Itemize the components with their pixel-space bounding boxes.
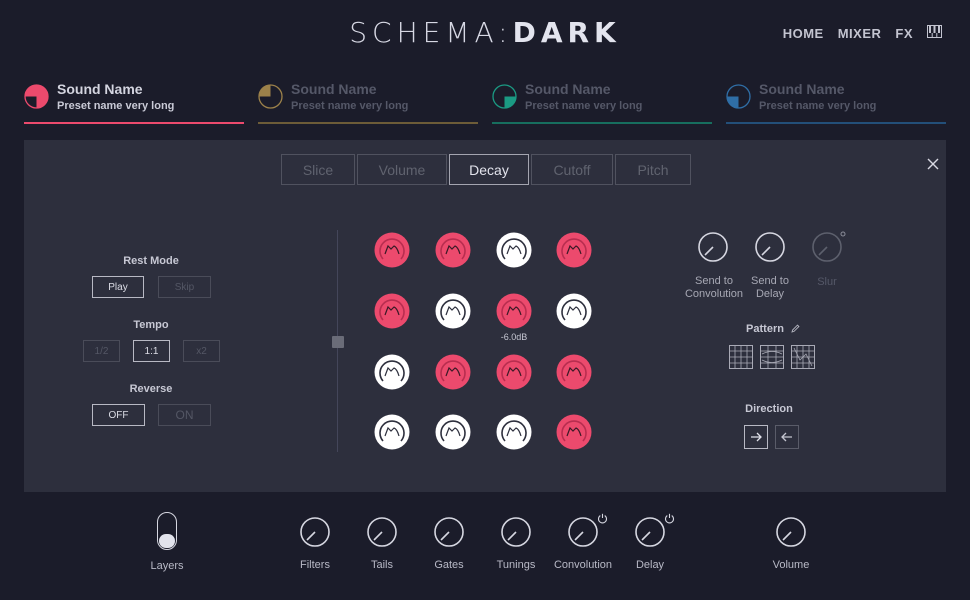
nav-mixer[interactable]: MIXER (838, 26, 882, 41)
reverse-off-button[interactable]: OFF (92, 404, 145, 426)
close-icon[interactable] (926, 157, 940, 171)
edit-pencil-icon[interactable] (791, 324, 800, 333)
sequencer-pad[interactable] (556, 354, 592, 390)
sound-slot-2[interactable]: Sound Name Preset name very long (258, 80, 478, 124)
sequencer-panel: Slice Volume Decay Cutoff Pitch Rest Mod… (24, 140, 946, 492)
layers-label: Layers (150, 560, 184, 572)
tab-cutoff[interactable]: Cutoff (531, 154, 613, 185)
slot-preset-name: Preset name very long (57, 100, 175, 112)
slot-sound-name: Sound Name (57, 81, 143, 97)
logo-text-dark: DARK (512, 16, 621, 49)
slot-preset-name: Preset name very long (525, 100, 643, 112)
parameter-tabs: Slice Volume Decay Cutoff Pitch (281, 154, 691, 185)
reverse-on-button[interactable]: ON (158, 404, 211, 426)
logo-text-schema: SCHEMA: (349, 16, 513, 49)
tempo-half-button[interactable]: 1/2 (83, 340, 120, 362)
pattern-grid-1-icon[interactable] (729, 345, 753, 369)
slot-sound-name: Sound Name (291, 81, 377, 97)
sequencer-pad[interactable] (556, 232, 592, 268)
sequencer-pad[interactable] (496, 293, 532, 329)
slot-pie-icon (492, 84, 517, 109)
sequencer-pad[interactable] (374, 232, 410, 268)
sequencer-pad[interactable] (374, 414, 410, 450)
tab-slice[interactable]: Slice (281, 154, 355, 185)
gates-knob[interactable] (433, 512, 477, 555)
sound-slot-1[interactable]: Sound Name Preset name very long (24, 80, 244, 124)
sequencer-pad[interactable] (496, 354, 532, 390)
layers-toggle[interactable] (157, 512, 177, 550)
power-icon[interactable] (597, 511, 608, 529)
layers-toggle-thumb (159, 534, 175, 548)
nav-home[interactable]: HOME (783, 26, 824, 41)
sequencer-pad[interactable] (374, 354, 410, 390)
slot-underline (24, 122, 244, 124)
slot-underline (492, 122, 712, 124)
arrow-right-icon (751, 432, 762, 442)
slot-pie-icon (24, 84, 49, 109)
send-convolution-knob[interactable] (697, 231, 729, 263)
direction-label: Direction (745, 403, 793, 415)
tempo-double-button[interactable]: x2 (183, 340, 220, 362)
power-icon[interactable] (664, 511, 675, 529)
sound-slot-4[interactable]: Sound Name Preset name very long (726, 80, 946, 124)
tails-knob[interactable] (366, 512, 410, 555)
sequencer-pad[interactable] (496, 232, 532, 268)
tempo-label: Tempo (133, 319, 169, 331)
rest-play-button[interactable]: Play (92, 276, 144, 298)
reverse-label: Reverse (129, 383, 173, 395)
randomize-dice-icon[interactable] (332, 336, 344, 348)
slot-pie-icon (258, 84, 283, 109)
sequencer-pad[interactable] (374, 293, 410, 329)
slot-sound-name: Sound Name (525, 81, 611, 97)
sequencer-pad[interactable] (435, 293, 471, 329)
tempo-normal-button[interactable]: 1:1 (133, 340, 170, 362)
direction-forward-button[interactable] (744, 425, 768, 449)
sequencer-pad[interactable] (556, 293, 592, 329)
slot-sound-name: Sound Name (759, 81, 845, 97)
pattern-grid-3-icon[interactable] (791, 345, 815, 369)
tab-decay[interactable]: Decay (449, 154, 529, 185)
send-delay-knob[interactable] (754, 231, 786, 263)
tab-pitch[interactable]: Pitch (615, 154, 691, 185)
top-nav: HOME MIXER FX (783, 25, 942, 41)
slur-label: Slur (817, 276, 837, 288)
pad-value-readout: -6.0dB (500, 332, 528, 342)
piano-icon[interactable] (927, 25, 942, 41)
delay-label: Delay (635, 559, 665, 571)
sequencer-pad[interactable] (435, 414, 471, 450)
arrow-left-icon (781, 432, 792, 442)
rest-mode-label: Rest Mode (123, 255, 179, 267)
volume-label: Volume (772, 559, 810, 571)
slot-pie-icon (726, 84, 751, 109)
sequencer-pad[interactable] (435, 232, 471, 268)
pattern-grid-2-icon[interactable] (760, 345, 784, 369)
volume-knob[interactable] (775, 512, 819, 555)
tab-volume[interactable]: Volume (357, 154, 447, 185)
rest-skip-button[interactable]: Skip (158, 276, 211, 298)
slot-underline (258, 122, 478, 124)
direction-backward-button[interactable] (775, 425, 799, 449)
sequencer-pad[interactable] (556, 414, 592, 450)
nav-fx[interactable]: FX (895, 26, 913, 41)
filters-knob[interactable] (299, 512, 343, 555)
sequencer-pad[interactable] (496, 414, 532, 450)
slot-preset-name: Preset name very long (759, 100, 877, 112)
slur-knob[interactable] (811, 231, 847, 263)
sequencer-pad[interactable] (435, 354, 471, 390)
slot-underline (726, 122, 946, 124)
slot-preset-name: Preset name very long (291, 100, 409, 112)
tunings-knob[interactable] (500, 512, 544, 555)
sound-slot-3[interactable]: Sound Name Preset name very long (492, 80, 712, 124)
